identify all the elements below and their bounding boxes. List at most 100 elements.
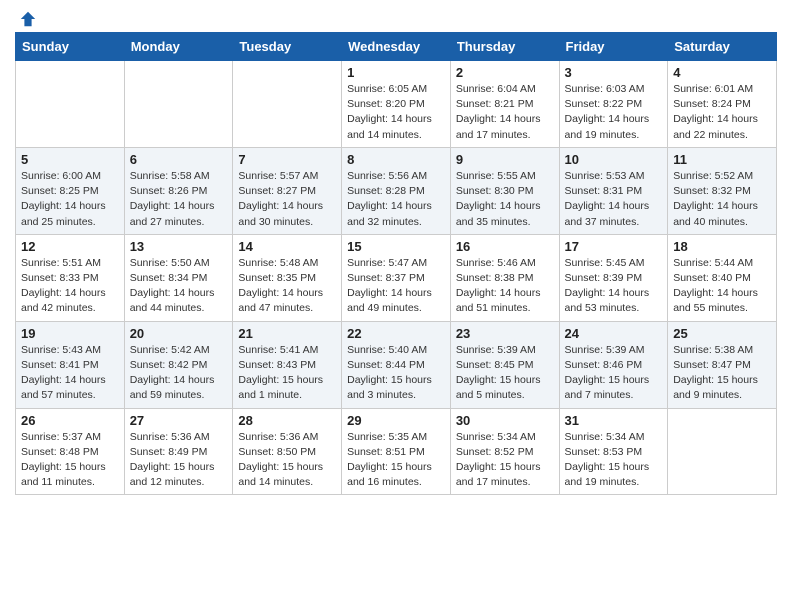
day-info: Sunrise: 5:39 AMSunset: 8:46 PMDaylight:… [565, 343, 663, 404]
day-info: Sunrise: 5:42 AMSunset: 8:42 PMDaylight:… [130, 343, 228, 404]
calendar-cell-0-0 [16, 61, 125, 148]
calendar-cell-4-5: 31 Sunrise: 5:34 AMSunset: 8:53 PMDayligh… [559, 408, 668, 495]
logo-icon [19, 10, 37, 28]
calendar-cell-0-4: 2 Sunrise: 6:04 AMSunset: 8:21 PMDaylight… [450, 61, 559, 148]
logo [15, 10, 37, 24]
week-row-1: 1 Sunrise: 6:05 AMSunset: 8:20 PMDaylight… [16, 61, 777, 148]
day-number: 23 [456, 326, 554, 341]
day-number: 13 [130, 239, 228, 254]
day-info: Sunrise: 5:41 AMSunset: 8:43 PMDaylight:… [238, 343, 336, 404]
calendar-cell-2-2: 14Sunrise: 5:48 AMSunset: 8:35 PMDayligh… [233, 234, 342, 321]
day-number: 15 [347, 239, 445, 254]
day-info: Sunrise: 5:52 AMSunset: 8:32 PMDaylight:… [673, 169, 771, 230]
week-row-2: 5 Sunrise: 6:00 AMSunset: 8:25 PMDaylight… [16, 147, 777, 234]
day-number: 19 [21, 326, 119, 341]
calendar-cell-4-0: 26 Sunrise: 5:37 AMSunset: 8:48 PMDayligh… [16, 408, 125, 495]
day-number: 4 [673, 65, 771, 80]
day-number: 16 [456, 239, 554, 254]
day-number: 3 [565, 65, 663, 80]
day-number: 10 [565, 152, 663, 167]
day-number: 29 [347, 413, 445, 428]
day-info: Sunrise: 5:48 AMSunset: 8:35 PMDaylight:… [238, 256, 336, 317]
day-info: Sunrise: 5:55 AMSunset: 8:30 PMDaylight:… [456, 169, 554, 230]
day-info: Sunrise: 6:04 AMSunset: 8:21 PMDaylight:… [456, 82, 554, 143]
day-number: 24 [565, 326, 663, 341]
day-number: 5 [21, 152, 119, 167]
calendar-cell-2-5: 17 Sunrise: 5:45 AMSunset: 8:39 PMDayligh… [559, 234, 668, 321]
day-info: Sunrise: 6:00 AMSunset: 8:25 PMDaylight:… [21, 169, 119, 230]
week-row-4: 19 Sunrise: 5:43 AMSunset: 8:41 PMDayligh… [16, 321, 777, 408]
day-number: 12 [21, 239, 119, 254]
calendar-cell-3-3: 22 Sunrise: 5:40 AMSunset: 8:44 PMDayligh… [342, 321, 451, 408]
calendar-cell-3-2: 21Sunrise: 5:41 AMSunset: 8:43 PMDayligh… [233, 321, 342, 408]
day-number: 31 [565, 413, 663, 428]
day-info: Sunrise: 5:38 AMSunset: 8:47 PMDaylight:… [673, 343, 771, 404]
day-info: Sunrise: 5:51 AMSunset: 8:33 PMDaylight:… [21, 256, 119, 317]
day-info: Sunrise: 5:46 AMSunset: 8:38 PMDaylight:… [456, 256, 554, 317]
day-info: Sunrise: 5:50 AMSunset: 8:34 PMDaylight:… [130, 256, 228, 317]
day-info: Sunrise: 5:47 AMSunset: 8:37 PMDaylight:… [347, 256, 445, 317]
calendar-cell-0-5: 3 Sunrise: 6:03 AMSunset: 8:22 PMDaylight… [559, 61, 668, 148]
day-info: Sunrise: 5:34 AMSunset: 8:53 PMDaylight:… [565, 430, 663, 491]
weekday-header-tuesday: Tuesday [233, 33, 342, 61]
calendar-cell-3-0: 19 Sunrise: 5:43 AMSunset: 8:41 PMDayligh… [16, 321, 125, 408]
week-row-3: 12 Sunrise: 5:51 AMSunset: 8:33 PMDayligh… [16, 234, 777, 321]
calendar-cell-1-6: 11 Sunrise: 5:52 AMSunset: 8:32 PMDayligh… [668, 147, 777, 234]
day-number: 20 [130, 326, 228, 341]
day-number: 8 [347, 152, 445, 167]
weekday-header-wednesday: Wednesday [342, 33, 451, 61]
calendar-cell-0-3: 1 Sunrise: 6:05 AMSunset: 8:20 PMDaylight… [342, 61, 451, 148]
calendar-cell-1-0: 5 Sunrise: 6:00 AMSunset: 8:25 PMDaylight… [16, 147, 125, 234]
calendar-cell-4-4: 30Sunrise: 5:34 AMSunset: 8:52 PMDayligh… [450, 408, 559, 495]
calendar-table: SundayMondayTuesdayWednesdayThursdayFrid… [15, 32, 777, 495]
day-number: 1 [347, 65, 445, 80]
day-info: Sunrise: 5:35 AMSunset: 8:51 PMDaylight:… [347, 430, 445, 491]
day-info: Sunrise: 5:37 AMSunset: 8:48 PMDaylight:… [21, 430, 119, 491]
day-number: 17 [565, 239, 663, 254]
calendar-cell-2-3: 15 Sunrise: 5:47 AMSunset: 8:37 PMDayligh… [342, 234, 451, 321]
weekday-header-thursday: Thursday [450, 33, 559, 61]
day-info: Sunrise: 5:44 AMSunset: 8:40 PMDaylight:… [673, 256, 771, 317]
calendar-cell-3-1: 20 Sunrise: 5:42 AMSunset: 8:42 PMDayligh… [124, 321, 233, 408]
header [15, 10, 777, 24]
calendar-cell-1-4: 9 Sunrise: 5:55 AMSunset: 8:30 PMDaylight… [450, 147, 559, 234]
day-number: 26 [21, 413, 119, 428]
day-number: 22 [347, 326, 445, 341]
day-info: Sunrise: 5:36 AMSunset: 8:50 PMDaylight:… [238, 430, 336, 491]
calendar-cell-3-6: 25Sunrise: 5:38 AMSunset: 8:47 PMDayligh… [668, 321, 777, 408]
day-info: Sunrise: 5:43 AMSunset: 8:41 PMDaylight:… [21, 343, 119, 404]
calendar-cell-2-1: 13 Sunrise: 5:50 AMSunset: 8:34 PMDayligh… [124, 234, 233, 321]
calendar-cell-4-2: 28 Sunrise: 5:36 AMSunset: 8:50 PMDayligh… [233, 408, 342, 495]
calendar-cell-1-1: 6Sunrise: 5:58 AMSunset: 8:26 PMDaylight… [124, 147, 233, 234]
day-number: 7 [238, 152, 336, 167]
day-number: 6 [130, 152, 228, 167]
calendar-cell-2-6: 18Sunrise: 5:44 AMSunset: 8:40 PMDayligh… [668, 234, 777, 321]
day-info: Sunrise: 5:39 AMSunset: 8:45 PMDaylight:… [456, 343, 554, 404]
calendar-cell-0-1 [124, 61, 233, 148]
calendar-cell-1-3: 8Sunrise: 5:56 AMSunset: 8:28 PMDaylight… [342, 147, 451, 234]
day-info: Sunrise: 5:45 AMSunset: 8:39 PMDaylight:… [565, 256, 663, 317]
calendar-cell-3-4: 23 Sunrise: 5:39 AMSunset: 8:45 PMDayligh… [450, 321, 559, 408]
day-number: 2 [456, 65, 554, 80]
day-info: Sunrise: 5:40 AMSunset: 8:44 PMDaylight:… [347, 343, 445, 404]
day-number: 9 [456, 152, 554, 167]
day-info: Sunrise: 5:53 AMSunset: 8:31 PMDaylight:… [565, 169, 663, 230]
day-info: Sunrise: 6:03 AMSunset: 8:22 PMDaylight:… [565, 82, 663, 143]
calendar-cell-0-2 [233, 61, 342, 148]
calendar-cell-4-3: 29 Sunrise: 5:35 AMSunset: 8:51 PMDayligh… [342, 408, 451, 495]
day-info: Sunrise: 6:05 AMSunset: 8:20 PMDaylight:… [347, 82, 445, 143]
calendar-cell-0-6: 4 Sunrise: 6:01 AMSunset: 8:24 PMDaylight… [668, 61, 777, 148]
day-number: 28 [238, 413, 336, 428]
calendar-cell-4-6 [668, 408, 777, 495]
week-row-5: 26 Sunrise: 5:37 AMSunset: 8:48 PMDayligh… [16, 408, 777, 495]
weekday-header-row: SundayMondayTuesdayWednesdayThursdayFrid… [16, 33, 777, 61]
calendar-cell-1-5: 10 Sunrise: 5:53 AMSunset: 8:31 PMDayligh… [559, 147, 668, 234]
calendar-cell-3-5: 24 Sunrise: 5:39 AMSunset: 8:46 PMDayligh… [559, 321, 668, 408]
day-info: Sunrise: 5:36 AMSunset: 8:49 PMDaylight:… [130, 430, 228, 491]
weekday-header-monday: Monday [124, 33, 233, 61]
page: SundayMondayTuesdayWednesdayThursdayFrid… [0, 0, 792, 510]
day-number: 27 [130, 413, 228, 428]
day-number: 11 [673, 152, 771, 167]
day-info: Sunrise: 5:57 AMSunset: 8:27 PMDaylight:… [238, 169, 336, 230]
day-info: Sunrise: 6:01 AMSunset: 8:24 PMDaylight:… [673, 82, 771, 143]
